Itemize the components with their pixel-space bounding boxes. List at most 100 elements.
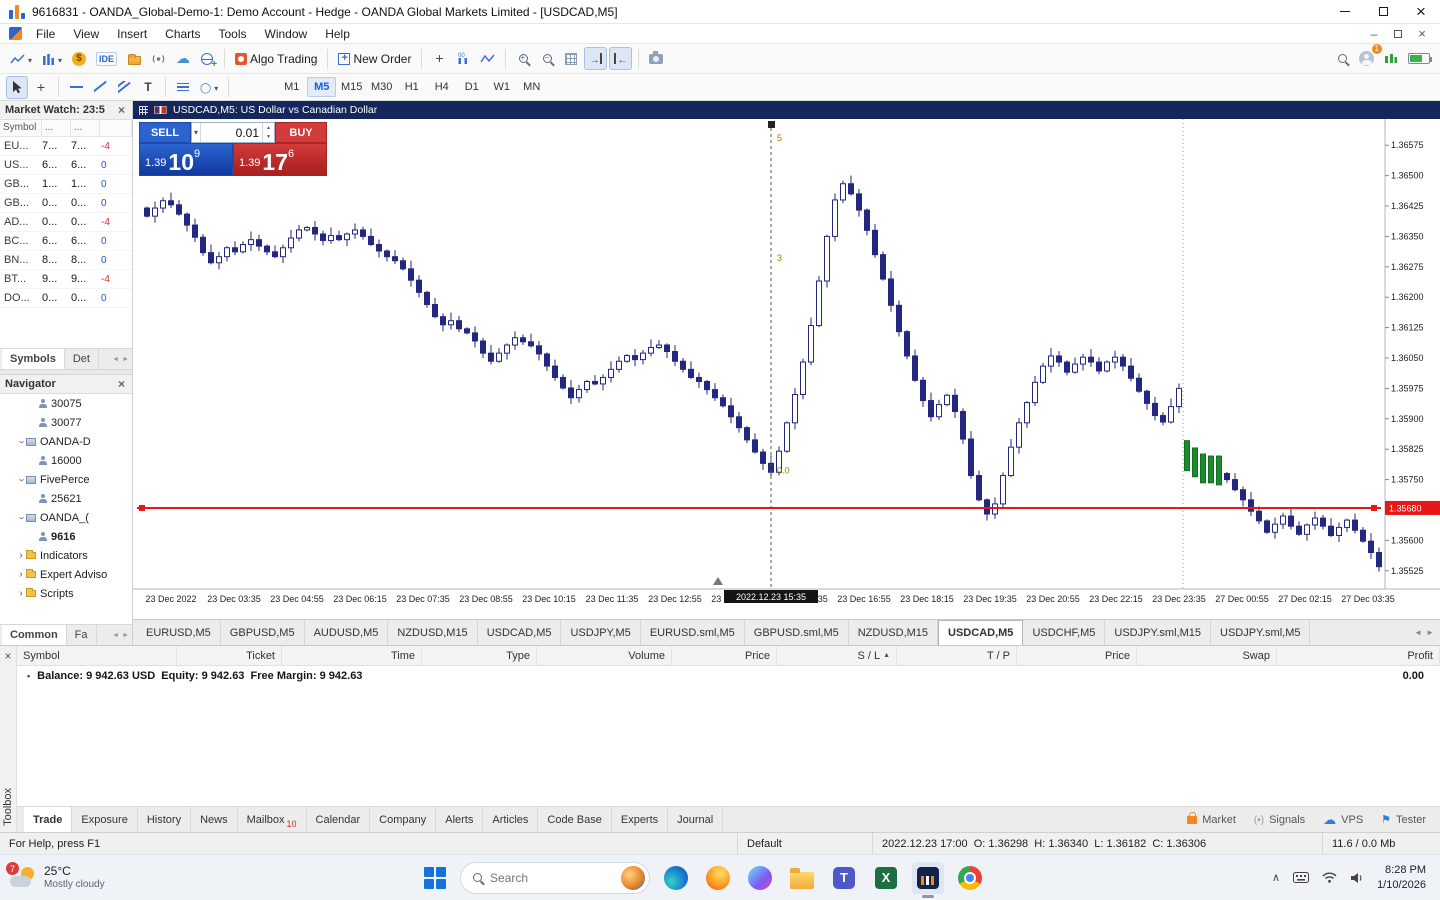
menu-file[interactable]: File — [27, 25, 64, 43]
taskbar-app-edge[interactable] — [660, 862, 692, 894]
navigator-item-oanda[interactable]: ›OANDA_( — [0, 508, 132, 527]
navigator-item-scripts[interactable]: ›Scripts — [0, 584, 132, 603]
timeframe-m15[interactable]: M15 — [337, 77, 366, 97]
market-button[interactable] — [123, 47, 145, 70]
touch-keyboard-icon[interactable] — [1293, 872, 1309, 883]
toolbox-link-signals[interactable]: Signals — [1254, 814, 1305, 826]
buy-price[interactable]: 1.39 17 6 — [233, 143, 327, 176]
price-chart[interactable]: 530.01.365751.365001.364251.363501.36275… — [133, 119, 1440, 619]
notifications-button[interactable]: 1 — [1355, 47, 1378, 70]
taskbar-app-metatrader[interactable] — [912, 862, 944, 894]
chart-tab-usdjpy-sml-m15[interactable]: USDJPY.sml,M15 — [1105, 620, 1211, 645]
toolbox-tab-news[interactable]: News — [191, 807, 238, 832]
toolbox-tab-mailbox[interactable]: Mailbox10 — [238, 807, 307, 832]
toolbox-tab-experts[interactable]: Experts — [612, 807, 668, 832]
toolbox-tab-calendar[interactable]: Calendar — [307, 807, 371, 832]
scroll-right-icon[interactable] — [122, 632, 129, 639]
chart-tab-eurusd-m5[interactable]: EURUSD,M5 — [137, 620, 221, 645]
navigator-item-25621[interactable]: 25621 — [0, 489, 132, 508]
toolbox-tab-journal[interactable]: Journal — [668, 807, 723, 832]
chart-caption-bar[interactable]: USDCAD,M5: US Dollar vs Canadian Dollar — [133, 101, 1440, 119]
chart-tab-audusd-m5[interactable]: AUDUSD,M5 — [305, 620, 389, 645]
timeframe-h4[interactable]: H4 — [427, 77, 456, 97]
tick-volumes-button[interactable]: 00 — [452, 47, 474, 70]
expand-icon[interactable]: › — [16, 570, 26, 580]
market-watch-row-ad[interactable]: AD...0...0...-4 — [0, 213, 132, 232]
toolbox-link-vps[interactable]: VPS — [1323, 812, 1363, 828]
market-watch-row-bc[interactable]: BC...6...6...0 — [0, 232, 132, 251]
chart-tab-usdchf-m5[interactable]: USDCHF,M5 — [1023, 620, 1105, 645]
market-watch-row-do[interactable]: DO...0...0...0 — [0, 289, 132, 308]
timeframe-m1[interactable]: M1 — [277, 77, 306, 97]
scroll-right-icon[interactable] — [1426, 628, 1434, 637]
market-watch-row-bt[interactable]: BT...9...9...-4 — [0, 270, 132, 289]
tile-windows-button[interactable] — [560, 47, 582, 70]
signals-button[interactable] — [147, 47, 170, 70]
toolbox-tab-alerts[interactable]: Alerts — [436, 807, 483, 832]
toolbox-tab-company[interactable]: Company — [370, 807, 436, 832]
market-watch-row-us[interactable]: US...6...6...0 — [0, 156, 132, 175]
buy-button[interactable]: BUY — [275, 122, 327, 143]
menu-view[interactable]: View — [64, 25, 108, 43]
navigator-item-expert-adviso[interactable]: ›Expert Adviso — [0, 565, 132, 584]
navigator-tab-common[interactable]: Common — [2, 625, 67, 645]
timeframe-mn[interactable]: MN — [517, 77, 546, 97]
text-tool-button[interactable] — [137, 76, 159, 99]
weather-widget[interactable]: 7 25°C Mostly cloudy — [0, 864, 105, 890]
community-button[interactable] — [196, 47, 218, 70]
fibonacci-button[interactable] — [172, 76, 194, 99]
chart-tab-usdjpy-sml-m5[interactable]: USDJPY.sml,M5 — [1211, 620, 1310, 645]
menu-window[interactable]: Window — [256, 25, 317, 43]
chart-tab-gbpusd-m5[interactable]: GBPUSD,M5 — [221, 620, 305, 645]
search-button[interactable] — [1331, 47, 1353, 70]
taskbar-app-teams[interactable] — [828, 862, 860, 894]
timeframe-m5[interactable]: M5 — [307, 77, 336, 97]
crosshair-button[interactable] — [428, 47, 450, 70]
cloud-button[interactable] — [172, 47, 194, 70]
auto-scroll-button[interactable] — [584, 47, 607, 70]
crosshair-tool-button[interactable] — [30, 76, 52, 99]
taskbar-clock[interactable]: 8:28 PM 1/10/2026 — [1377, 863, 1426, 892]
menu-charts[interactable]: Charts — [156, 25, 209, 43]
horizontal-line-button[interactable] — [65, 76, 87, 99]
navigator-tab-fa[interactable]: Fa — [67, 625, 97, 645]
column-header-symbol[interactable]: Symbol — [17, 646, 177, 665]
market-watch-row-gb[interactable]: GB...0...0...0 — [0, 194, 132, 213]
navigator-item-indicators[interactable]: ›Indicators — [0, 546, 132, 565]
column-header-price[interactable]: Price — [672, 646, 777, 665]
timeframe-h1[interactable]: H1 — [397, 77, 426, 97]
toolbox-tab-code-base[interactable]: Code Base — [538, 807, 611, 832]
market-watch-column-header[interactable] — [100, 120, 132, 136]
expand-icon[interactable]: › — [16, 513, 26, 523]
maximize-button[interactable] — [1364, 0, 1402, 23]
chart-type-button[interactable] — [6, 47, 36, 70]
chart-tab-eurusd-sml-m5[interactable]: EURUSD.sml,M5 — [641, 620, 745, 645]
menu-insert[interactable]: Insert — [108, 25, 156, 43]
toolbox-link-tester[interactable]: Tester — [1381, 813, 1426, 826]
chart-restore-icon[interactable] — [1388, 26, 1408, 41]
timeframe-w1[interactable]: W1 — [487, 77, 516, 97]
cursor-button[interactable] — [6, 76, 28, 99]
taskbar-app-excel[interactable] — [870, 862, 902, 894]
channel-button[interactable] — [113, 76, 135, 99]
navigator-item-30077[interactable]: 30077 — [0, 413, 132, 432]
symbols-button[interactable] — [68, 47, 90, 70]
chart-tab-nzdusd-m15[interactable]: NZDUSD,M15 — [849, 620, 938, 645]
zoom-in-button[interactable] — [512, 47, 534, 70]
market-watch-column-header[interactable]: Symbol — [0, 120, 42, 136]
volume-icon[interactable] — [1350, 872, 1364, 884]
market-watch-tab-det[interactable]: Det — [65, 349, 99, 369]
shapes-button[interactable] — [196, 76, 222, 99]
column-header-ticket[interactable]: Ticket — [177, 646, 282, 665]
market-watch-row-bn[interactable]: BN...8...8...0 — [0, 251, 132, 270]
volume-dropdown-icon[interactable] — [192, 123, 201, 142]
expand-icon[interactable]: › — [16, 589, 26, 599]
market-watch-column-header[interactable]: ... — [71, 120, 100, 136]
expand-icon[interactable]: › — [16, 437, 26, 447]
taskbar-app-explorer[interactable] — [786, 862, 818, 894]
market-watch-tab-symbols[interactable]: Symbols — [2, 349, 65, 369]
chart-minimize-icon[interactable] — [1364, 26, 1384, 41]
scroll-left-icon[interactable] — [112, 356, 119, 363]
navigator-item-fiveperce[interactable]: ›FivePerce — [0, 470, 132, 489]
market-watch-column-header[interactable]: ... — [42, 120, 71, 136]
